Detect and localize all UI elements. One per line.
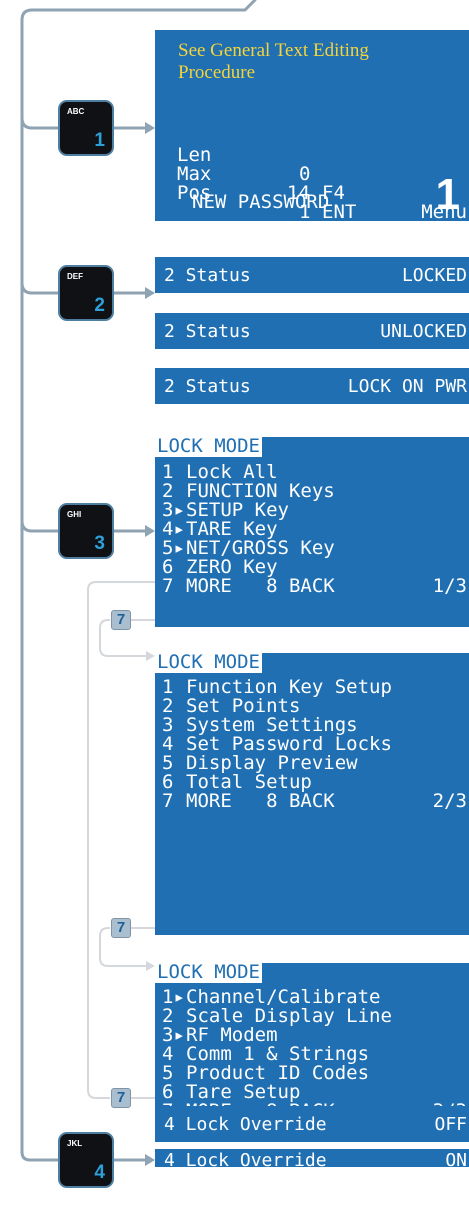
page-indicator: 1/3 — [432, 575, 467, 597]
menu-footer[interactable]: 7 MORE 8 BACK 2/3 — [162, 792, 467, 811]
status-locked-bar: 2 Status LOCKED — [155, 257, 469, 293]
status-value: LOCKED — [401, 265, 467, 286]
override-label: 4 Lock Override — [164, 1150, 327, 1171]
status-unlocked-bar: 2 Status UNLOCKED — [155, 313, 469, 349]
key-2-def[interactable]: DEF 2 — [58, 265, 114, 321]
menu-title: LOCK MODE — [155, 651, 262, 673]
key-letters: GHI — [67, 510, 82, 519]
override-value: OFF — [434, 1114, 467, 1135]
more-key-7-page-1[interactable]: 7 — [111, 610, 131, 630]
status-lock-on-pwr-bar: 2 Status LOCK ON PWR — [155, 368, 469, 404]
menu-title: LOCK MODE — [155, 961, 262, 983]
lock-mode-menu-page-3: LOCK MODE 1▸ Channel/Calibrate 2 Scale Dis… — [155, 961, 469, 1121]
menu-footer[interactable]: 7 MORE 8 BACK 1/3 — [162, 577, 467, 596]
key-4-jkl[interactable]: JKL 4 — [58, 1132, 114, 1188]
key-3-ghi[interactable]: GHI 3 — [58, 503, 114, 559]
lock-mode-menu-page-2: LOCK MODE 1 Function Key Setup 2 Set Point… — [155, 651, 469, 935]
key-number: 1 — [94, 130, 105, 151]
key-1-abc[interactable]: ABC 1 — [58, 100, 114, 156]
page-indicator: 2/3 — [432, 790, 467, 812]
password-cursor-digit: 1 — [435, 170, 460, 219]
override-label: 4 Lock Override — [164, 1114, 327, 1135]
key-letters: ABC — [67, 107, 85, 116]
more-key-7-page-3[interactable]: 7 — [111, 1088, 131, 1108]
more-key-7-page-2[interactable]: 7 — [111, 918, 131, 938]
status-value: LOCK ON PWR — [347, 376, 467, 397]
key-letters: DEF — [67, 272, 83, 281]
lock-override-on-bar: 4 Lock Override ON — [155, 1149, 469, 1171]
status-label: 2 Status — [164, 376, 251, 397]
max-row: Max 14 ENT Save — [177, 146, 467, 241]
key-number: 4 — [94, 1162, 105, 1183]
status-label: 2 Status — [164, 321, 251, 342]
menu-title: LOCK MODE — [155, 435, 262, 457]
lock-override-off-bar: 4 Lock Override OFF — [155, 1106, 469, 1142]
key-letters: JKL — [67, 1139, 83, 1148]
key-number: 2 — [94, 295, 105, 316]
lock-mode-menu-page-1: LOCK MODE 1 Lock All 2 FUNCTION Keys 3▸ SET… — [155, 435, 469, 627]
pos-row: Pos 1 — [177, 165, 467, 222]
editing-note: See General Text Editing Procedure — [178, 40, 369, 83]
status-value: UNLOCKED — [380, 321, 467, 342]
len-row: Len 0 F4 Menu — [177, 127, 467, 222]
save-label: Save — [421, 220, 467, 242]
new-password-title: NEW PASSWORD — [192, 191, 330, 213]
override-value: ON — [445, 1150, 467, 1171]
key-number: 3 — [94, 533, 105, 554]
status-label: 2 Status — [164, 265, 251, 286]
new-password-panel: See General Text Editing Procedure Len 0… — [155, 30, 469, 241]
